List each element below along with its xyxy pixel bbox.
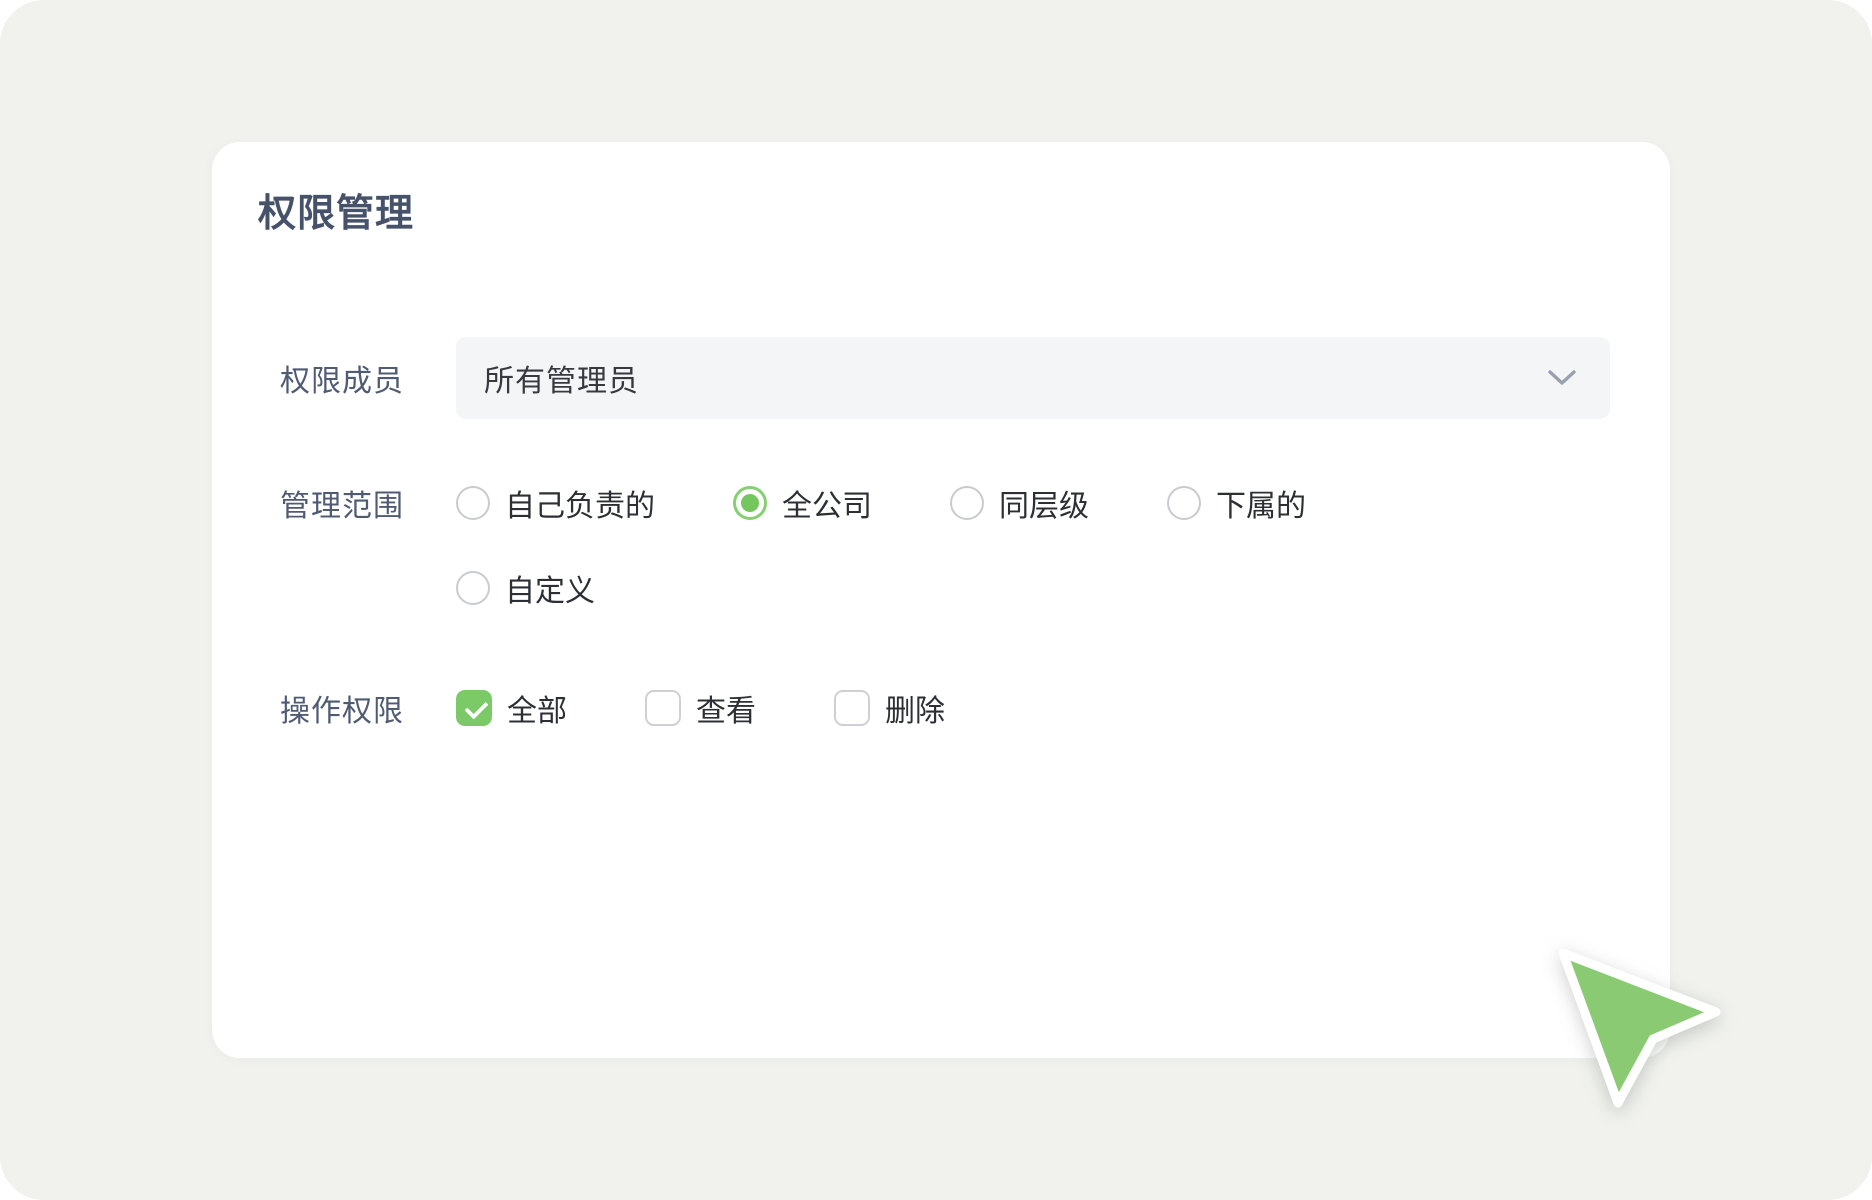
scope-radio-group: 自己负责的 全公司 同层级 下属的 bbox=[456, 481, 1306, 525]
scope-row-line2: 自定义 bbox=[280, 568, 1610, 608]
actions-checkbox-group: 全部 查看 删除 bbox=[456, 686, 945, 730]
checkbox-checked-icon bbox=[456, 690, 492, 726]
radio-icon bbox=[950, 486, 984, 520]
page-background: 权限管理 权限成员 所有管理员 管理范围 自己负责的 bbox=[0, 0, 1872, 1200]
scope-radio-group-line2: 自定义 bbox=[456, 566, 595, 610]
permission-card: 权限管理 权限成员 所有管理员 管理范围 自己负责的 bbox=[212, 142, 1670, 1058]
checkbox-icon bbox=[645, 690, 681, 726]
checkbox-icon bbox=[834, 690, 870, 726]
radio-option-label: 下属的 bbox=[1216, 481, 1306, 525]
actions-row: 操作权限 全部 查看 删除 bbox=[280, 688, 1610, 728]
member-row: 权限成员 所有管理员 bbox=[280, 337, 1610, 419]
radio-icon bbox=[456, 486, 490, 520]
checkbox-option-label: 删除 bbox=[885, 686, 945, 730]
page-title: 权限管理 bbox=[258, 192, 414, 236]
radio-option-same-level[interactable]: 同层级 bbox=[950, 481, 1089, 525]
member-label: 权限成员 bbox=[280, 356, 456, 400]
radio-option-label: 自定义 bbox=[505, 566, 595, 610]
checkbox-option-label: 全部 bbox=[507, 686, 567, 730]
checkbox-option-all[interactable]: 全部 bbox=[456, 686, 567, 730]
chevron-down-icon bbox=[1548, 370, 1576, 386]
radio-selected-icon bbox=[733, 486, 767, 520]
radio-option-label: 自己负责的 bbox=[505, 481, 655, 525]
radio-icon bbox=[456, 571, 490, 605]
radio-option-subordinates[interactable]: 下属的 bbox=[1167, 481, 1306, 525]
radio-option-whole-company[interactable]: 全公司 bbox=[733, 481, 872, 525]
radio-icon bbox=[1167, 486, 1201, 520]
radio-option-custom[interactable]: 自定义 bbox=[456, 566, 595, 610]
radio-option-label: 同层级 bbox=[999, 481, 1089, 525]
radio-option-self[interactable]: 自己负责的 bbox=[456, 481, 655, 525]
checkbox-option-delete[interactable]: 删除 bbox=[834, 686, 945, 730]
checkbox-option-view[interactable]: 查看 bbox=[645, 686, 756, 730]
member-select[interactable]: 所有管理员 bbox=[456, 337, 1610, 419]
actions-label: 操作权限 bbox=[280, 686, 456, 730]
member-select-value: 所有管理员 bbox=[484, 356, 639, 400]
radio-option-label: 全公司 bbox=[782, 481, 872, 525]
checkbox-option-label: 查看 bbox=[696, 686, 756, 730]
scope-row: 管理范围 自己负责的 全公司 同层级 下属的 bbox=[280, 483, 1610, 523]
scope-label: 管理范围 bbox=[280, 481, 456, 525]
